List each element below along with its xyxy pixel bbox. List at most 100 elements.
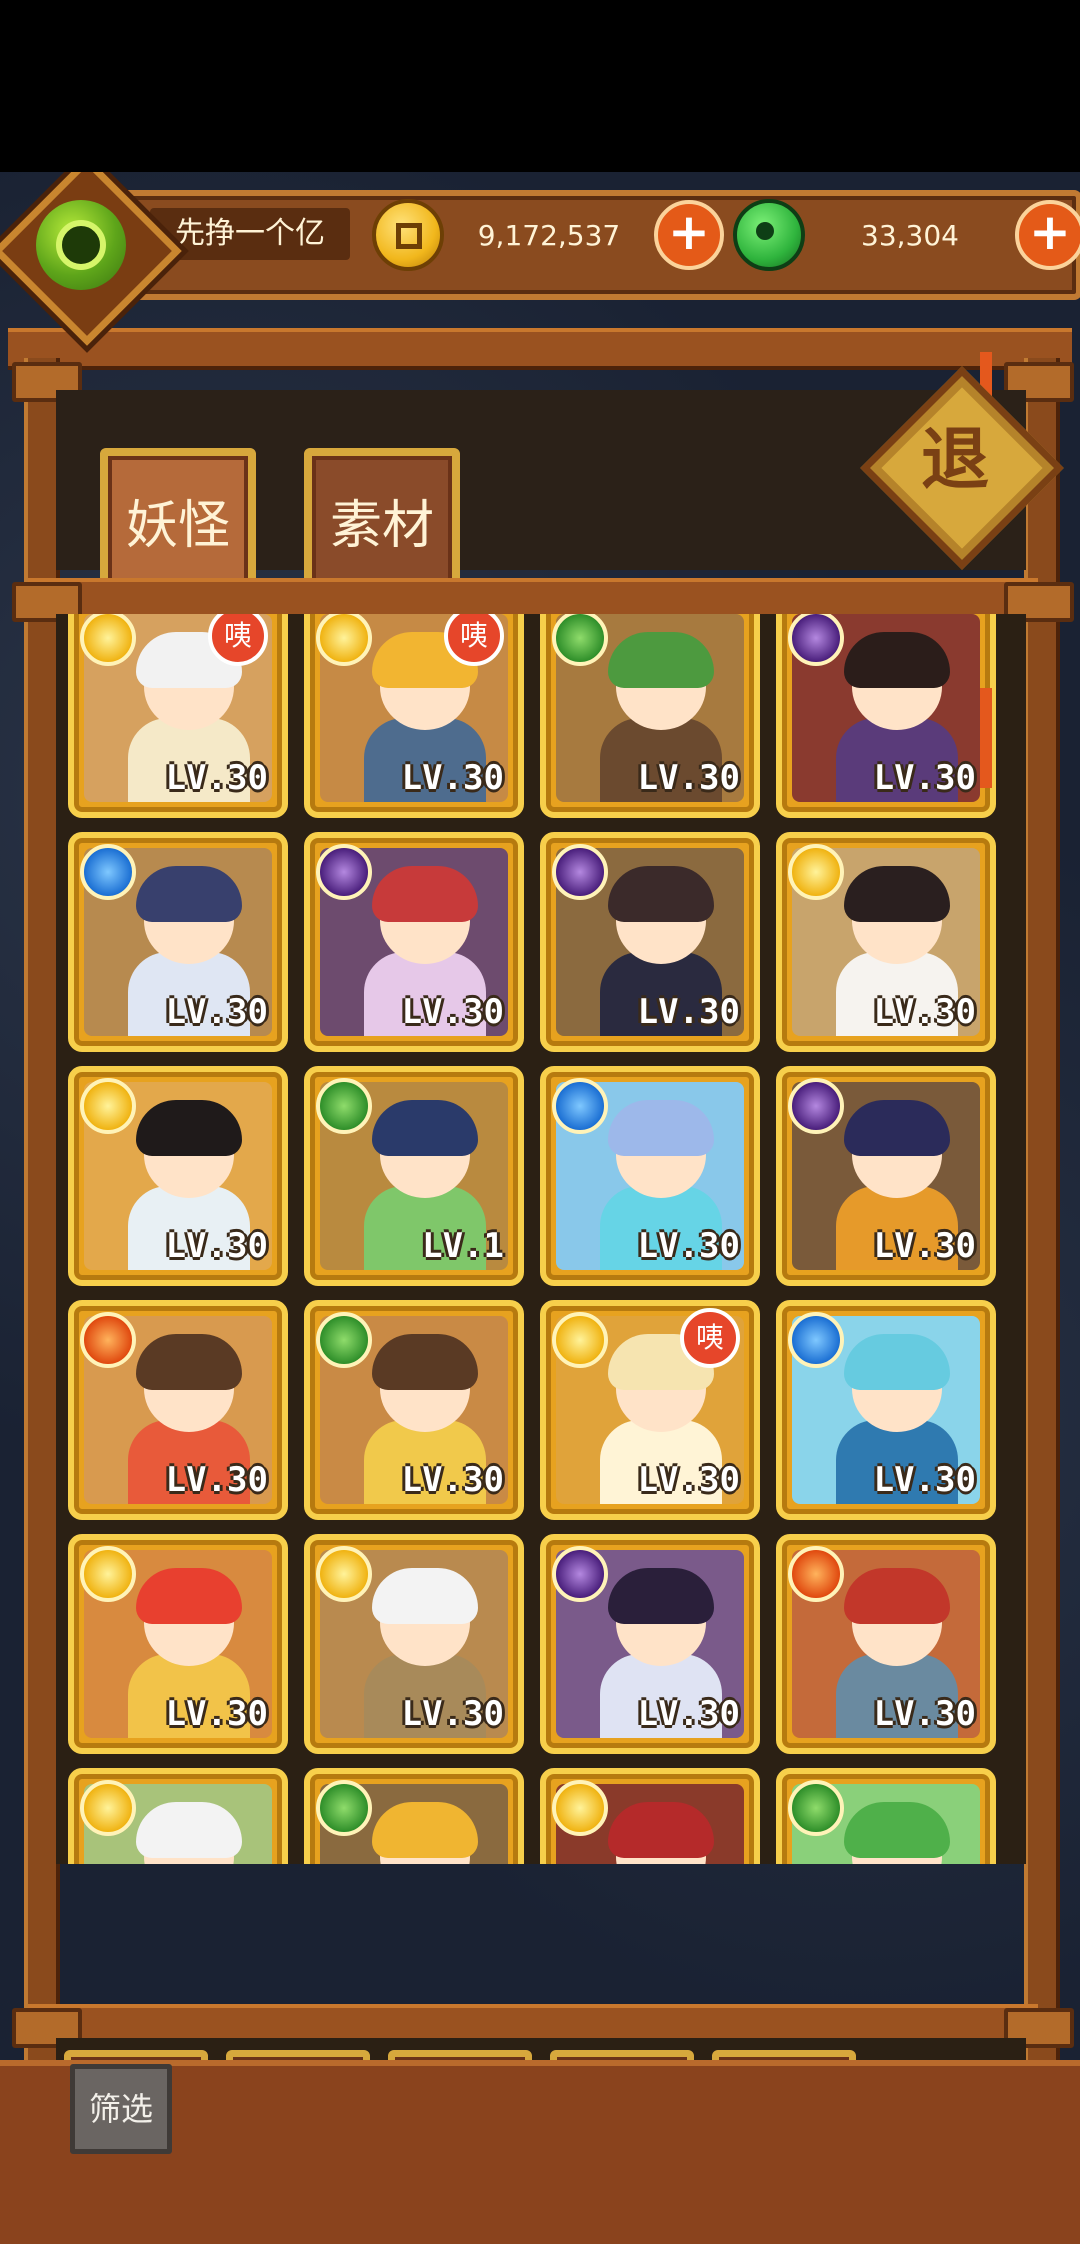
level-label: LV.30 [401,992,504,1032]
monster-hair [608,866,714,922]
monster-card[interactable]: LV.30 [540,1534,760,1754]
level-label: LV.30 [165,1226,268,1266]
level-label: LV.30 [637,1226,740,1266]
monster-card[interactable]: LV.30 [304,1534,524,1754]
fire-element-icon [80,1312,136,1368]
dark-element-icon [316,844,372,900]
level-label: LV.30 [637,992,740,1032]
level-label: LV.30 [873,1226,976,1266]
monster-card[interactable]: 咦 LV.30 [304,614,524,818]
monster-card[interactable]: LV.1 [304,1066,524,1286]
screen-button[interactable]: 筛选 [70,2064,172,2154]
level-label: LV.30 [401,1460,504,1500]
jade-icon [733,199,805,271]
water-element-icon [788,1312,844,1368]
monster-card[interactable]: LV.30 [776,1066,996,1286]
exit-tassel [980,688,992,788]
monster-hair [844,1334,950,1390]
coin-icon [372,199,444,271]
monster-hair [608,1100,714,1156]
dark-element-icon [552,1546,608,1602]
dark-element-icon [788,1078,844,1134]
monster-hair [608,1802,714,1858]
level-label: LV.30 [873,992,976,1032]
monster-card[interactable] [304,1768,524,1864]
monster-grid: 咦 LV.30 咦 LV.30 LV.30 LV.30 LV.30 LV.30 LV.30 LV.… [56,614,1026,1864]
monster-hair [136,1334,242,1390]
monster-card[interactable] [68,1768,288,1864]
jade-count: 33,304 [861,218,959,252]
gold-element-icon [80,1078,136,1134]
monster-card[interactable]: LV.30 [776,1300,996,1520]
level-label: LV.30 [165,1694,268,1734]
monster-card[interactable]: LV.30 [304,1300,524,1520]
add-jade-button[interactable]: + [1015,200,1080,270]
monster-card[interactable]: LV.30 [776,832,996,1052]
level-label: LV.30 [165,1460,268,1500]
monster-card[interactable]: LV.30 [776,1534,996,1754]
gold-element-icon [316,1546,372,1602]
wood-element-icon [788,1780,844,1836]
monster-card[interactable]: LV.30 [304,832,524,1052]
exit-label[interactable]: 退 [882,396,1028,526]
monster-hair [136,1100,242,1156]
add-coins-button[interactable]: + [654,200,724,270]
level-label: LV.1 [422,1226,504,1266]
monster-hair [136,1568,242,1624]
new-badge: 咦 [680,1308,740,1368]
monster-hair [608,1568,714,1624]
level-label: LV.30 [165,992,268,1032]
level-label: LV.30 [873,1460,976,1500]
monster-hair [372,1100,478,1156]
monster-card[interactable]: LV.30 [68,1534,288,1754]
player-avatar-icon[interactable] [36,200,126,290]
game-scene: 先挣一个亿 9,172,537 + 33,304 + 妖怪 素材 咦 LV.30 咦… [0,172,1080,2244]
monster-card[interactable]: LV.30 [68,1066,288,1286]
monster-card[interactable]: LV.30 [540,1066,760,1286]
level-label: LV.30 [873,1694,976,1734]
monster-card[interactable] [776,1768,996,1864]
level-label: LV.30 [401,1694,504,1734]
coin-count: 9,172,537 [477,218,621,252]
cabinet-top-beam [8,328,1072,370]
monster-card[interactable]: LV.30 [68,832,288,1052]
monster-hair [372,1334,478,1390]
wood-element-icon [316,1312,372,1368]
cabinet-right-post [1024,358,1060,2238]
jade-resource: 33,304 + [733,199,1080,271]
monster-hair [844,1100,950,1156]
gold-element-icon [80,1780,136,1836]
monster-card[interactable]: 咦 LV.30 [540,1300,760,1520]
monster-hair [844,1802,950,1858]
monster-card[interactable]: 咦 LV.30 [68,614,288,818]
monster-hair [136,866,242,922]
monster-card[interactable]: LV.30 [776,614,996,818]
monster-hair [372,1802,478,1858]
monster-hair [844,1568,950,1624]
coin-resource: 9,172,537 + [372,199,724,271]
wood-element-icon [316,1078,372,1134]
level-label: LV.30 [637,1694,740,1734]
monster-card[interactable] [540,1768,760,1864]
monster-card[interactable]: LV.30 [540,832,760,1052]
monster-hair [136,1802,242,1858]
fire-element-icon [788,1546,844,1602]
level-label: LV.30 [637,1460,740,1500]
dark-element-icon [552,844,608,900]
gold-element-icon [788,844,844,900]
monster-hair [844,866,950,922]
cabinet: 妖怪 素材 咦 LV.30 咦 LV.30 LV.30 LV.30 LV.30 LV.30 LV… [8,328,1074,2244]
monster-card[interactable]: LV.30 [68,1300,288,1520]
monster-card[interactable]: LV.30 [540,614,760,818]
water-element-icon [80,844,136,900]
level-label: LV.30 [165,758,268,798]
monster-hair [372,866,478,922]
wood-element-icon [316,1780,372,1836]
gold-element-icon [552,1780,608,1836]
water-element-icon [552,1078,608,1134]
level-label: LV.30 [637,758,740,798]
level-label: LV.30 [873,758,976,798]
monster-hair [608,632,714,688]
gold-element-icon [80,1546,136,1602]
monster-hair [372,1568,478,1624]
